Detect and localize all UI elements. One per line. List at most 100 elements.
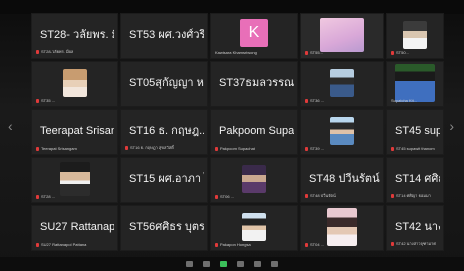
mic-muted-icon	[305, 193, 308, 198]
participant-caption: ST45 supawit thanom	[396, 146, 435, 151]
next-page-arrow-icon[interactable]: ›	[449, 118, 454, 134]
participant-caption: ST16 ธ. กฤษฎา สุขสวัสดิ์	[130, 145, 174, 150]
participant-video	[395, 64, 435, 103]
participant-tile[interactable]: K Kawisara Khamsriwong	[210, 13, 298, 59]
participant-tile[interactable]: ST55...	[300, 13, 384, 59]
camera-icon[interactable]	[203, 261, 210, 267]
participant-name: ST28- วลัยพร. มี...	[40, 29, 114, 42]
participants-icon[interactable]	[237, 261, 244, 267]
participant-caption: Supatcha Kit...	[391, 98, 418, 103]
participant-caption: ST28-วลัยพร. มีผล	[41, 49, 74, 54]
participant-caption: ST14 ศศิญา ธอมมา	[396, 193, 431, 198]
more-options-icon[interactable]	[271, 261, 278, 267]
participant-caption: ST35 ...	[41, 98, 56, 103]
participant-name: ST48 ปวีนรัตน์...	[309, 173, 380, 186]
mic-muted-icon	[305, 98, 308, 103]
participant-tile[interactable]: ST15 ผศ.อาภา ไ...	[120, 157, 208, 203]
meeting-toolbar	[0, 257, 464, 271]
participant-caption: ST04 ...	[310, 242, 325, 247]
participant-caption: ST48 ปวีนรัตน์	[310, 193, 336, 198]
participant-caption: Pakapon Hongsa	[220, 242, 251, 247]
participant-tile[interactable]: ST05สุกัญญา ห...	[120, 61, 208, 107]
mic-muted-icon	[36, 242, 39, 247]
mic-muted-icon	[36, 146, 39, 151]
participant-tile[interactable]: ST48 ปวีนรัตน์... ST48 ปวีนรัตน์	[300, 157, 384, 203]
participant-video	[320, 18, 364, 53]
participant-tile[interactable]: ST14 ศศิญา ธอ... ST14 ศศิญา ธอมมา	[386, 157, 444, 203]
participant-tile[interactable]: ST53 ผศ.วงศ์วริศ...	[120, 13, 208, 59]
participant-tile[interactable]: ST35 ...	[31, 61, 118, 107]
participant-caption: Pakpoom Supachat	[220, 146, 255, 151]
participant-name: ST05สุกัญญา ห...	[129, 77, 204, 90]
share-screen-icon[interactable]	[220, 261, 227, 267]
participant-caption: ST42 นางสาวจุฑามาศ	[396, 241, 436, 246]
participant-video	[403, 21, 427, 50]
mic-muted-icon	[391, 193, 394, 198]
participant-tile[interactable]: ST16 ธ. กฤษฎ... ST16 ธ. กฤษฎา สุขสวัสดิ์	[120, 109, 208, 155]
participant-video	[59, 162, 90, 197]
top-bar	[0, 0, 464, 14]
mic-muted-icon	[36, 49, 39, 54]
participant-tile[interactable]: Pakapon Hongsa	[210, 205, 298, 251]
participant-grid: ST28- วลัยพร. มี... ST28-วลัยพร. มีผล ST…	[31, 13, 444, 255]
mic-muted-icon	[215, 146, 218, 151]
mic-muted-icon	[391, 50, 394, 55]
participant-video	[330, 117, 354, 146]
mic-muted-icon	[305, 50, 308, 55]
mic-muted-icon	[215, 242, 218, 247]
participant-tile[interactable]: ST06 ...	[210, 157, 298, 203]
participant-video	[242, 165, 266, 194]
participant-tile[interactable]: Pakpoom Supac... Pakpoom Supachat	[210, 109, 298, 155]
mic-muted-icon	[36, 98, 39, 103]
participant-tile[interactable]: ST50...	[386, 13, 444, 59]
participant-caption: ST28 ...	[41, 194, 56, 199]
participant-video	[330, 69, 354, 98]
participant-video	[242, 213, 266, 242]
mic-muted-icon	[125, 145, 128, 150]
participant-tile[interactable]: ST28- วลัยพร. มี... ST28-วลัยพร. มีผล	[31, 13, 118, 59]
participant-caption: ST39 ...	[310, 146, 325, 151]
mic-muted-icon	[305, 242, 308, 247]
participant-name: ST14 ศศิญา ธอ...	[395, 173, 440, 186]
participant-name: ST53 ผศ.วงศ์วริศ...	[129, 29, 204, 42]
mic-muted-icon	[391, 146, 394, 151]
participant-tile[interactable]: SU27 Rattanapol... SU27 Rattanapol Patta…	[31, 205, 118, 251]
participant-tile[interactable]: ST28 ...	[31, 157, 118, 203]
participant-caption: Teerapat Srisangam	[41, 146, 77, 151]
participant-name: Teerapat Srisang...	[40, 124, 114, 137]
participant-name: ST45 supawit th...	[395, 124, 440, 137]
previous-page-arrow-icon[interactable]: ‹	[8, 118, 13, 134]
microphone-icon[interactable]	[186, 261, 193, 267]
participant-name: ST56ศศิธร บุตรศรี	[129, 221, 204, 234]
participant-video	[62, 69, 87, 98]
participant-caption: Kawisara Khamsriwong	[215, 50, 257, 55]
participant-caption: ST55...	[310, 50, 323, 55]
participant-tile[interactable]: ST04 ...	[300, 205, 384, 251]
participant-tile[interactable]: ST42 นางสาวจุ... ST42 นางสาวจุฑามาศ	[386, 205, 444, 251]
participant-name: ST16 ธ. กฤษฎ...	[129, 125, 204, 138]
participant-caption: ST36 ...	[310, 98, 325, 103]
participant-caption: ST06 ...	[220, 194, 235, 199]
participant-tile[interactable]: Teerapat Srisang... Teerapat Srisangam	[31, 109, 118, 155]
avatar: K	[240, 19, 268, 48]
chat-icon[interactable]	[254, 261, 261, 267]
participant-name: Pakpoom Supac...	[219, 124, 294, 137]
mic-muted-icon	[391, 241, 394, 246]
participant-caption: SU27 Rattanapol Pattana	[41, 242, 87, 247]
mic-muted-icon	[305, 146, 308, 151]
mic-muted-icon	[36, 194, 39, 199]
mic-muted-icon	[215, 194, 218, 199]
participant-tile[interactable]: ST45 supawit th... ST45 supawit thanom	[386, 109, 444, 155]
participant-name: ST37ธมลวรรณ...	[219, 77, 294, 90]
participant-video	[327, 208, 357, 247]
participant-caption: ST50...	[396, 50, 409, 55]
participant-name: ST15 ผศ.อาภา ไ...	[129, 173, 204, 186]
participant-tile[interactable]: ST36 ...	[300, 61, 384, 107]
participant-tile[interactable]: ST37ธมลวรรณ...	[210, 61, 298, 107]
participant-tile[interactable]: ST39 ...	[300, 109, 384, 155]
participant-name: SU27 Rattanapol...	[40, 220, 114, 233]
participant-tile[interactable]: ST56ศศิธร บุตรศรี	[120, 205, 208, 251]
participant-name: ST42 นางสาวจุ...	[395, 221, 440, 234]
participant-tile[interactable]: Supatcha Kit...	[386, 61, 444, 107]
video-call-screen: ‹ › ST28- วลัยพร. มี... ST28-วลัยพร. มีผ…	[0, 0, 464, 271]
